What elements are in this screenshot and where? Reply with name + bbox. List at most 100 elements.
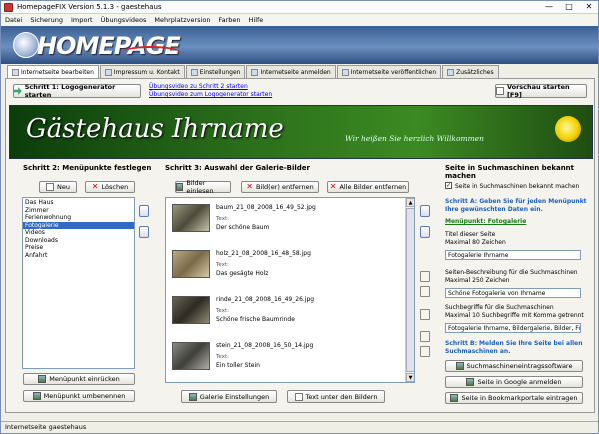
seo-checkbox[interactable]: ✓ bbox=[445, 182, 452, 189]
menupunkt-label: Menüpunkt: Fotogalerie bbox=[445, 218, 527, 225]
logo-icon bbox=[13, 32, 39, 58]
copy-icon[interactable] bbox=[420, 331, 430, 342]
text-under-images-button[interactable]: Text unter den Bildern bbox=[287, 390, 385, 403]
image-move-down-button[interactable] bbox=[420, 226, 430, 238]
tab-zusaetzliches[interactable]: Zusätzliches bbox=[442, 65, 499, 78]
menu-sicherung[interactable]: Sicherung bbox=[26, 16, 67, 24]
image-icon bbox=[176, 183, 184, 191]
logogenerator-button[interactable]: Schritt 1: Logogenerator starten bbox=[13, 83, 141, 99]
tab-einstellungen[interactable]: Einstellungen bbox=[185, 65, 246, 78]
maximize-button[interactable]: □ bbox=[562, 2, 576, 12]
menu-uebungsvideos[interactable]: Übungsvideos bbox=[97, 16, 151, 24]
zoom-icon[interactable] bbox=[420, 309, 430, 320]
image-move-up-button[interactable] bbox=[420, 205, 430, 217]
text-label: Text: bbox=[216, 216, 229, 222]
list-item[interactable]: Das Haus bbox=[23, 199, 134, 207]
gallery-item[interactable]: rinde_21_08_2008_16_49_26.jpg Text: Schö… bbox=[170, 294, 390, 340]
rename-icon bbox=[32, 392, 41, 400]
register-icon bbox=[251, 68, 259, 76]
list-item-selected[interactable]: Fotogalerie bbox=[23, 221, 134, 229]
gallery-item[interactable]: holz_21_08_2008_16_48_58.jpg Text: Das g… bbox=[170, 248, 390, 294]
new-menu-button[interactable]: Neu bbox=[39, 181, 77, 193]
thumbnail-image bbox=[172, 296, 210, 324]
minimize-button[interactable]: — bbox=[542, 2, 556, 12]
video-link-logogenerator[interactable]: Übungsvideo zum Logogenerator starten bbox=[149, 91, 272, 98]
paste-icon[interactable] bbox=[420, 346, 430, 357]
logo-swirl bbox=[121, 46, 181, 60]
list-item[interactable]: Anfahrt bbox=[23, 252, 134, 260]
close-button[interactable]: ✕ bbox=[582, 2, 596, 12]
tab-impressum[interactable]: Impressum u. Kontakt bbox=[99, 65, 185, 78]
list-item[interactable]: Ferienwohnung bbox=[23, 214, 134, 222]
step-b-text: Schritt B: Melden Sie Ihre Seite bei all… bbox=[445, 340, 583, 355]
list-item[interactable]: Downloads bbox=[23, 237, 134, 245]
remove-all-images-button[interactable]: ✕ Alle Bilder entfernen bbox=[327, 181, 409, 193]
menu-bar: Datei Sicherung Import Übungsvideos Mehr… bbox=[1, 14, 598, 26]
rotate-right-icon[interactable] bbox=[420, 286, 430, 297]
menu-import[interactable]: Import bbox=[67, 16, 97, 24]
menu-list: Das Haus Zimmer Ferienwohnung Fotogaleri… bbox=[22, 197, 135, 369]
menu-farben[interactable]: Farben bbox=[214, 16, 244, 24]
list-item[interactable]: Videos bbox=[23, 229, 134, 237]
bookmark-portal-button[interactable]: Seite in Bookmarkportale eintragen bbox=[445, 392, 583, 404]
gallery-settings-button[interactable]: Galerie Einstellungen bbox=[181, 390, 277, 403]
menu-hilfe[interactable]: Hilfe bbox=[245, 16, 268, 24]
scroll-up-icon[interactable]: ▲ bbox=[406, 198, 414, 207]
title-input[interactable]: Fotogalerie Ihrname bbox=[445, 250, 581, 260]
text-label: Text: bbox=[216, 262, 229, 268]
keywords-label: Suchbegriffe für die Suchmaschinen bbox=[445, 304, 554, 311]
move-down-button[interactable] bbox=[139, 226, 149, 238]
tab-anmelden[interactable]: Internetseite anmelden bbox=[246, 65, 336, 78]
step3-header: Schritt 3: Auswahl der Galerie-Bilder bbox=[165, 164, 310, 172]
keywords-input[interactable]: Fotogalerie Ihrname, Bildergalerie, Bild… bbox=[445, 323, 581, 333]
delete-icon: ✕ bbox=[246, 182, 253, 191]
header-image: Gästehaus Ihrname Wir heißen Sie herzlic… bbox=[9, 105, 593, 159]
list-item[interactable]: Preise bbox=[23, 244, 134, 252]
image-filename: holz_21_08_2008_16_48_58.jpg bbox=[216, 250, 311, 257]
delete-icon: ✕ bbox=[91, 182, 99, 191]
gallery-item[interactable]: stein_21_08_2008_16_50_14.jpg Text: Ein … bbox=[170, 340, 390, 382]
rename-menu-button[interactable]: Menüpunkt umbenennen bbox=[23, 390, 135, 402]
indent-menu-button[interactable]: Menüpunkt einrücken bbox=[23, 373, 135, 385]
text-label: Text: bbox=[216, 308, 229, 314]
yellow-rose-image bbox=[555, 116, 581, 142]
remove-images-button[interactable]: ✕ Bild(er) entfernen bbox=[241, 181, 319, 193]
google-register-button[interactable]: Seite in Google anmelden bbox=[445, 376, 583, 388]
step-a-text: Schritt A: Geben Sie für jeden Menüpunkt… bbox=[445, 198, 587, 213]
rotate-left-icon[interactable] bbox=[420, 271, 430, 282]
image-caption[interactable]: Das gesägte Holz bbox=[216, 270, 268, 277]
delete-menu-button[interactable]: ✕ Löschen bbox=[85, 181, 135, 193]
move-up-button[interactable] bbox=[139, 205, 149, 217]
menu-datei[interactable]: Datei bbox=[1, 16, 26, 24]
search-engine-icon bbox=[455, 362, 464, 370]
scroll-down-icon[interactable]: ▼ bbox=[406, 373, 414, 382]
seo-software-button[interactable]: Suchmaschineneintragssoftware bbox=[445, 360, 583, 372]
gallery-scrollbar[interactable]: ▲ ▼ bbox=[405, 198, 414, 382]
image-filename: rinde_21_08_2008_16_49_26.jpg bbox=[216, 296, 315, 303]
settings-icon bbox=[188, 392, 197, 401]
menu-mehrplatzversion[interactable]: Mehrplatzversion bbox=[150, 16, 214, 24]
image-caption[interactable]: Ein toller Stein bbox=[216, 362, 260, 369]
scroll-thumb[interactable] bbox=[406, 208, 414, 372]
gallery-list: baum_21_08_2008_16_49_52.jpg Text: Der s… bbox=[165, 197, 415, 383]
thumbnail-image bbox=[172, 342, 210, 370]
image-filename: baum_21_08_2008_16_49_52.jpg bbox=[216, 204, 316, 211]
list-item[interactable]: Zimmer bbox=[23, 207, 134, 215]
image-caption[interactable]: Schöne frische Baumrinde bbox=[216, 316, 295, 323]
tab-internetseite-bearbeiten[interactable]: Internetseite bearbeiten bbox=[7, 65, 99, 79]
indent-icon bbox=[38, 375, 47, 383]
load-images-button[interactable]: Bilder einlesen bbox=[175, 179, 231, 195]
extras-icon bbox=[447, 68, 455, 76]
preview-button[interactable]: Vorschau starten [F9] bbox=[495, 83, 587, 99]
image-caption[interactable]: Der schöne Baum bbox=[216, 224, 269, 231]
document-icon bbox=[496, 87, 504, 95]
video-link-step2[interactable]: Übungsvideo zu Schritt 2 starten bbox=[149, 83, 248, 90]
description-input[interactable]: Schöne Fotogalerie von Ihrname bbox=[445, 288, 581, 298]
keywords-max: Maximal 10 Suchbegriffe mit Komma getren… bbox=[445, 312, 584, 319]
description-label: Seiten-Beschreibung für die Suchmaschine… bbox=[445, 269, 578, 276]
gallery-item[interactable]: baum_21_08_2008_16_49_52.jpg Text: Der s… bbox=[170, 202, 390, 248]
seo-checkbox-label: Seite in Suchmaschinen bekannt machen bbox=[455, 183, 580, 190]
tab-veroeffentlichen[interactable]: Internetseite veröffentlichen bbox=[336, 65, 442, 78]
settings-icon bbox=[190, 68, 198, 76]
main-tabs: Internetseite bearbeiten Impressum u. Ko… bbox=[7, 65, 500, 79]
